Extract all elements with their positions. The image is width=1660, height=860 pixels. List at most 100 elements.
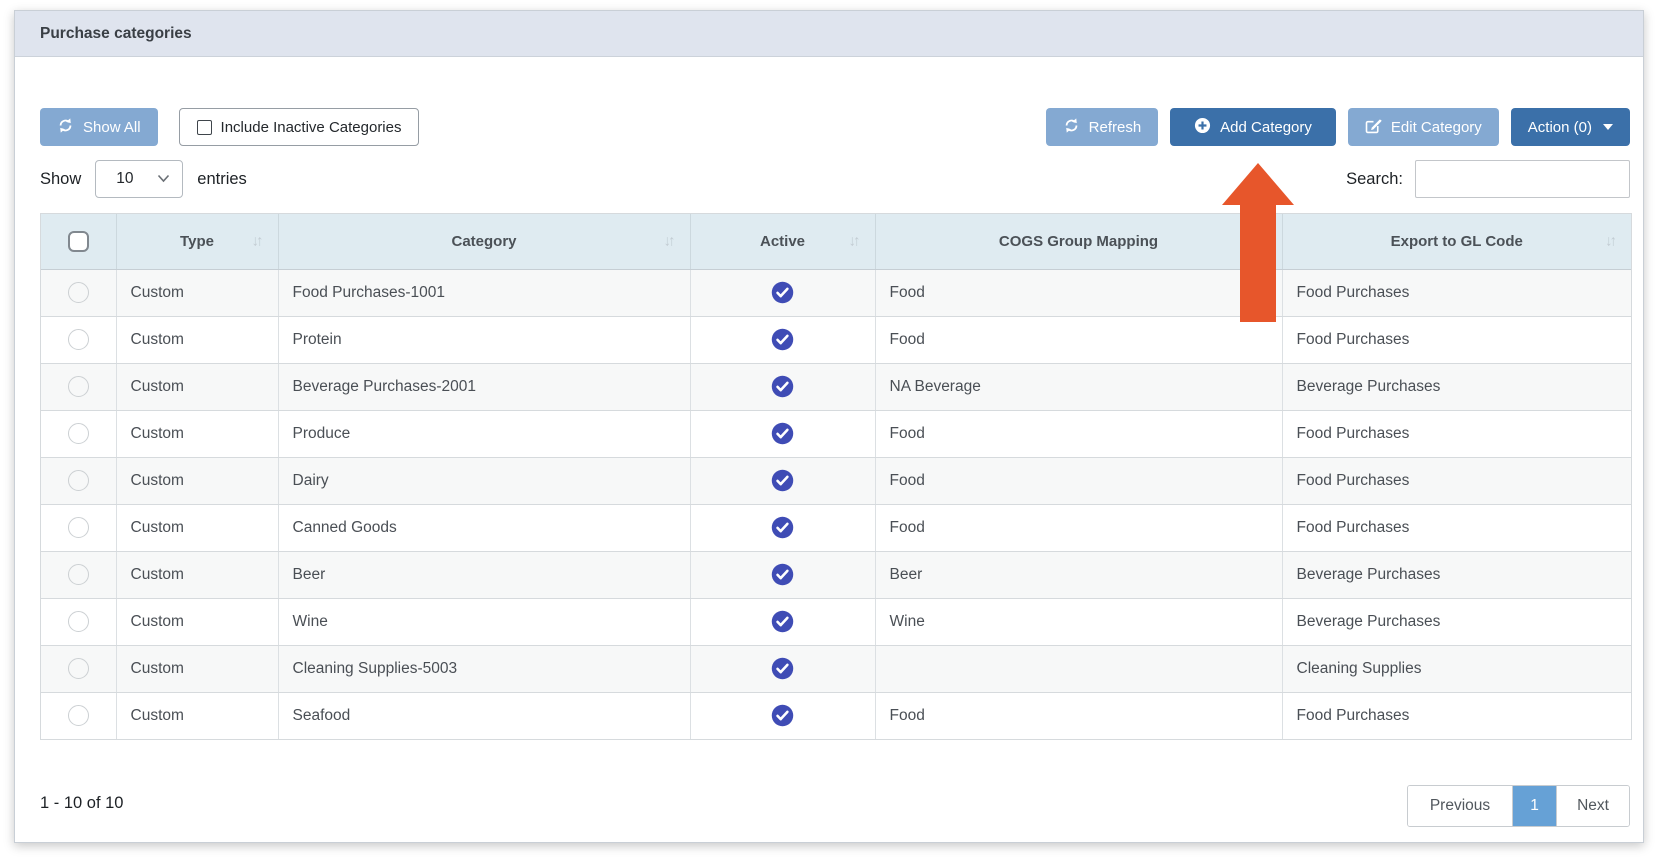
active-check-icon <box>771 704 794 727</box>
cell-select <box>41 363 116 410</box>
cell-cogs-group: Wine <box>875 598 1282 645</box>
sort-icon[interactable]: ↓↑ <box>664 233 676 250</box>
cell-gl-code: Food Purchases <box>1282 269 1631 316</box>
cell-active <box>690 551 875 598</box>
table-header: Type ↓↑ Category ↓↑ Active ↓↑ COGS Group Mappi… <box>41 214 1631 269</box>
column-header-cogs: COGS Group Mapping <box>875 214 1282 269</box>
cell-type: Custom <box>116 363 278 410</box>
table-row: CustomCleaning Supplies-5003Cleaning Sup… <box>41 645 1631 692</box>
row-radio[interactable] <box>68 658 89 679</box>
cell-cogs-group: Food <box>875 457 1282 504</box>
cell-gl-code: Beverage Purchases <box>1282 363 1631 410</box>
column-label: Active <box>760 233 805 250</box>
plus-circle-icon <box>1194 117 1211 138</box>
sort-icon[interactable]: ↓↑ <box>252 233 264 250</box>
edit-category-button[interactable]: Edit Category <box>1348 108 1499 146</box>
column-label: COGS Group Mapping <box>999 233 1158 250</box>
sort-icon[interactable]: ↓↑ <box>849 233 861 250</box>
cell-select <box>41 551 116 598</box>
column-label: Type <box>180 233 214 250</box>
cell-category: Seafood <box>278 692 690 739</box>
row-radio[interactable] <box>68 470 89 491</box>
action-dropdown-button[interactable]: Action (0) <box>1511 108 1630 146</box>
cell-cogs-group: Food <box>875 410 1282 457</box>
table-row: CustomFood Purchases-1001FoodFood Purcha… <box>41 269 1631 316</box>
include-inactive-toggle[interactable]: Include Inactive Categories <box>179 108 420 146</box>
cell-cogs-group: Food <box>875 504 1282 551</box>
current-page-button[interactable]: 1 <box>1512 786 1556 826</box>
add-category-label: Add Category <box>1220 119 1312 136</box>
column-header-active[interactable]: Active ↓↑ <box>690 214 875 269</box>
table-row: CustomDairyFoodFood Purchases <box>41 457 1631 504</box>
sort-icon[interactable]: ↓↑ <box>1605 233 1617 250</box>
show-all-button[interactable]: Show All <box>40 108 158 146</box>
active-check-icon <box>771 328 794 351</box>
cell-cogs-group <box>875 645 1282 692</box>
column-header-gl[interactable]: Export to GL Code ↓↑ <box>1282 214 1631 269</box>
table-body: CustomFood Purchases-1001FoodFood Purcha… <box>41 269 1631 739</box>
cell-type: Custom <box>116 692 278 739</box>
refresh-label: Refresh <box>1089 119 1142 136</box>
row-radio[interactable] <box>68 705 89 726</box>
table-row: CustomBeerBeerBeverage Purchases <box>41 551 1631 598</box>
row-radio[interactable] <box>68 611 89 632</box>
search-control: Search: <box>1346 160 1630 198</box>
table-row: CustomBeverage Purchases-2001NA Beverage… <box>41 363 1631 410</box>
page-size-select[interactable]: 10 <box>95 160 183 198</box>
show-label: Show <box>40 170 81 189</box>
row-radio[interactable] <box>68 282 89 303</box>
cell-category: Wine <box>278 598 690 645</box>
cell-category: Produce <box>278 410 690 457</box>
row-radio[interactable] <box>68 564 89 585</box>
results-count: 1 - 10 of 10 <box>40 794 123 813</box>
search-input[interactable] <box>1415 160 1630 198</box>
cell-select <box>41 645 116 692</box>
cell-select <box>41 269 116 316</box>
cell-gl-code: Food Purchases <box>1282 504 1631 551</box>
row-radio[interactable] <box>68 376 89 397</box>
action-label: Action (0) <box>1528 119 1592 136</box>
cell-gl-code: Food Purchases <box>1282 457 1631 504</box>
toolbar-left: Show All Include Inactive Categories <box>40 108 419 146</box>
column-header-category[interactable]: Category ↓↑ <box>278 214 690 269</box>
controls-row: Show 10 entries Search: <box>40 160 1630 198</box>
cell-active <box>690 598 875 645</box>
row-radio[interactable] <box>68 517 89 538</box>
next-page-button[interactable]: Next <box>1556 786 1629 826</box>
table-row: CustomProduceFoodFood Purchases <box>41 410 1631 457</box>
cell-select <box>41 316 116 363</box>
previous-page-button[interactable]: Previous <box>1408 786 1512 826</box>
purchase-categories-panel: Purchase categories Show All Include Ina… <box>14 10 1644 843</box>
active-check-icon <box>771 516 794 539</box>
caret-down-icon <box>1603 124 1613 130</box>
cell-type: Custom <box>116 598 278 645</box>
cell-gl-code: Beverage Purchases <box>1282 551 1631 598</box>
include-inactive-label: Include Inactive Categories <box>221 119 402 136</box>
table-row: CustomWineWineBeverage Purchases <box>41 598 1631 645</box>
cell-category: Beverage Purchases-2001 <box>278 363 690 410</box>
cell-gl-code: Beverage Purchases <box>1282 598 1631 645</box>
cell-gl-code: Cleaning Supplies <box>1282 645 1631 692</box>
cell-type: Custom <box>116 551 278 598</box>
column-label: Category <box>451 233 516 250</box>
table-row: CustomCanned GoodsFoodFood Purchases <box>41 504 1631 551</box>
select-all-checkbox[interactable] <box>68 231 89 252</box>
cell-select <box>41 692 116 739</box>
active-check-icon <box>771 657 794 680</box>
cell-category: Canned Goods <box>278 504 690 551</box>
column-header-select <box>41 214 116 269</box>
column-header-type[interactable]: Type ↓↑ <box>116 214 278 269</box>
cell-gl-code: Food Purchases <box>1282 316 1631 363</box>
panel-header: Purchase categories <box>15 11 1643 57</box>
add-category-button[interactable]: Add Category <box>1170 108 1336 146</box>
column-label: Export to GL Code <box>1391 233 1523 250</box>
refresh-button[interactable]: Refresh <box>1046 108 1159 146</box>
include-inactive-checkbox[interactable] <box>197 120 212 135</box>
page-title: Purchase categories <box>40 25 192 43</box>
active-check-icon <box>771 281 794 304</box>
cell-active <box>690 504 875 551</box>
cell-active <box>690 457 875 504</box>
row-radio[interactable] <box>68 423 89 444</box>
cell-cogs-group: Food <box>875 692 1282 739</box>
row-radio[interactable] <box>68 329 89 350</box>
